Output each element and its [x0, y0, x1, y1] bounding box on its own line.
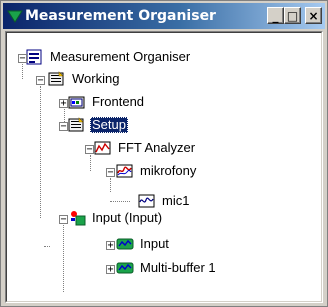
frontend-icon [68, 96, 85, 109]
tree-line [110, 201, 130, 202]
app-icon [7, 10, 23, 23]
tree-node-label: Multi-buffer 1 [140, 260, 216, 275]
tree-node-label: Input (Input) [92, 210, 163, 225]
expand-toggle[interactable]: + [59, 98, 68, 109]
tree-node-input[interactable]: Input [116, 233, 171, 255]
minus-icon: − [107, 167, 114, 178]
plus-icon: + [107, 240, 114, 251]
organiser-tree-icon [26, 49, 42, 65]
window-title: Measurement Organiser [25, 8, 216, 24]
input-channel-icon [116, 238, 134, 250]
tree-node-label: mikrofony [140, 163, 197, 178]
close-button[interactable]: × [305, 7, 322, 24]
tree-node-input-input[interactable]: Input (Input) [68, 207, 164, 229]
collapse-toggle[interactable]: − [85, 144, 94, 155]
tree-node-measurement-organiser[interactable]: Measurement Organiser [26, 46, 192, 68]
tree-node-label: Working [72, 71, 120, 86]
tree-node-setup[interactable]: Setup [68, 114, 128, 136]
tree-node-working[interactable]: Working [48, 68, 121, 90]
tree-line [110, 178, 111, 192]
tree-node-label: Input [140, 236, 169, 251]
expand-toggle[interactable]: + [106, 240, 115, 251]
working-folder-icon [48, 71, 64, 86]
tree-node-label: FFT Analyzer [118, 140, 196, 155]
fft-analyzer-icon [94, 141, 111, 155]
minus-icon: − [60, 121, 67, 132]
minus-icon: − [60, 214, 67, 225]
tree-node-label: Frontend [92, 94, 145, 109]
tree-line [22, 64, 23, 79]
minimize-icon: _ [272, 8, 279, 23]
tree-line [44, 246, 50, 247]
tree-node-multi-buffer-1[interactable]: Multi-buffer 1 [116, 257, 218, 279]
minus-icon: − [19, 53, 26, 64]
tree-node-mikrofony[interactable]: mikrofony [116, 160, 198, 182]
tree-line [63, 216, 64, 292]
collapse-toggle[interactable]: − [36, 75, 45, 86]
collapse-toggle[interactable]: − [18, 53, 27, 64]
tree-node-label-selected: Setup [90, 117, 128, 133]
tree-node-label: mic1 [162, 193, 190, 208]
collapse-toggle[interactable]: − [59, 214, 68, 225]
plus-icon: + [107, 264, 114, 275]
tree-node-frontend[interactable]: Frontend [68, 91, 146, 113]
maximize-icon: □ [286, 8, 299, 23]
tree-node-label: Measurement Organiser [50, 49, 191, 64]
input-device-icon [71, 211, 86, 226]
collapse-toggle[interactable]: − [59, 121, 68, 132]
tree-line [90, 155, 91, 171]
minimize-button[interactable]: _ [267, 7, 284, 24]
expand-toggle[interactable]: + [106, 264, 115, 275]
tree-node-fft-analyzer[interactable]: FFT Analyzer [94, 137, 197, 159]
setup-folder-icon [68, 117, 84, 132]
close-icon: × [308, 8, 319, 23]
tree-line [40, 86, 41, 218]
multi-buffer-icon [116, 262, 134, 274]
collapse-toggle[interactable]: − [106, 167, 115, 178]
mikrofony-icon [116, 164, 133, 178]
minus-icon: − [86, 144, 93, 155]
plus-icon: + [60, 98, 67, 109]
title-bar[interactable]: Measurement Organiser _ □ × [3, 3, 325, 29]
minus-icon: − [37, 75, 44, 86]
maximize-button[interactable]: □ [284, 7, 301, 24]
